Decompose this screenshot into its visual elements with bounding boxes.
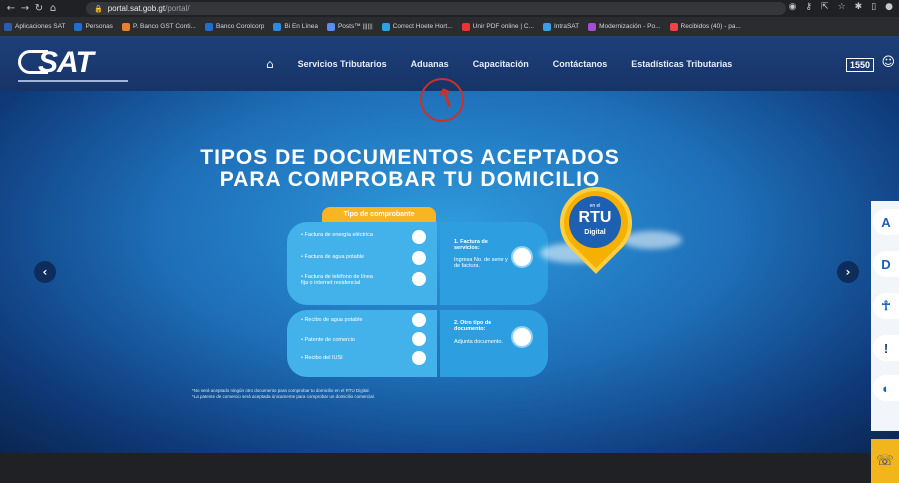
bookmark-icon	[74, 22, 83, 31]
other-documents-title: 2. Otro tipo de documento:	[454, 320, 492, 332]
bookmark-icon	[542, 22, 551, 31]
alert-icon[interactable]: !	[873, 335, 899, 361]
nav-servicios-tributarios[interactable]: Servicios Tributarios	[286, 59, 399, 69]
bookmark-item[interactable]: Posts™ ||||||	[326, 22, 373, 31]
bookmark-label: P. Banco GST Conti...	[132, 23, 196, 30]
nav-capacitacion[interactable]: Capacitación	[461, 59, 541, 69]
bookmark-label: Correct Hoete Hort...	[392, 23, 453, 30]
document-type-tab: Tipo de comprobante	[322, 207, 436, 223]
receipt-icon	[511, 246, 533, 268]
bookmark-item[interactable]: Unir PDF online | C...	[461, 22, 534, 31]
bookmark-icon	[326, 22, 335, 31]
home-browser-icon[interactable]: ⌂	[46, 3, 60, 14]
bookmark-label: Bi En Línea	[284, 23, 318, 30]
person-icon[interactable]: ☥	[873, 293, 899, 319]
bookmark-icon	[273, 22, 282, 31]
extension-icon[interactable]: ◉	[789, 2, 797, 12]
rtu-subtitle: Digital	[584, 229, 606, 236]
lock-icon: 🔒	[94, 4, 103, 13]
bookmark-icon	[461, 22, 470, 31]
bookmark-item[interactable]: Modernización - Po...	[588, 22, 661, 31]
bookmark-item[interactable]: Correct Hoete Hort...	[381, 22, 453, 31]
phone-number[interactable]: 1550	[845, 58, 874, 72]
cloud-decoration	[622, 231, 682, 249]
bookmark-item[interactable]: Banco Corolcorp	[204, 22, 265, 31]
bookmark-label: Posts™ ||||||	[337, 23, 373, 30]
home-icon[interactable]: ⌂	[254, 57, 286, 71]
key-icon[interactable]: ⚷	[805, 2, 812, 12]
share-icon[interactable]: ⇱	[821, 2, 829, 12]
bookmark-icon	[204, 22, 213, 31]
phone-icon	[412, 272, 426, 286]
chat-icon[interactable]: ☏	[871, 439, 899, 483]
bookmark-item[interactable]: P. Banco GST Conti...	[121, 22, 196, 31]
bookmark-label: IntraSAT	[553, 23, 580, 30]
main-nav: ⌂ Servicios Tributarios Aduanas Capacita…	[254, 57, 744, 71]
bookmark-label: Personas	[85, 23, 113, 30]
reload-icon[interactable]: ↻	[32, 3, 46, 14]
bookmark-item[interactable]: IntraSAT	[542, 22, 580, 31]
carousel-prev-button[interactable]: ‹	[34, 261, 56, 283]
accessibility-icon[interactable]: A	[873, 209, 899, 235]
bulb-icon	[412, 230, 426, 244]
bullet-item: • Recibo de agua potable	[301, 317, 363, 323]
bookmark-icon	[588, 22, 597, 31]
nav-contactanos[interactable]: Contáctanos	[541, 59, 620, 69]
footnote-line-2: *La patente de comercio será aceptada ún…	[192, 394, 375, 399]
star-icon[interactable]: ☆	[838, 2, 846, 12]
water-drop-icon	[412, 313, 426, 327]
water-drop-icon	[412, 251, 426, 265]
bullet-item: • Factura de energía eléctrica	[301, 232, 373, 238]
bullet-item: • Factura de agua potable	[301, 254, 365, 260]
url-path: /portal/	[165, 4, 190, 13]
upload-document-icon	[511, 326, 533, 348]
bookmark-label: Modernización - Po...	[599, 23, 661, 30]
nav-estadisticas-tributarias[interactable]: Estadísticas Tributarias	[619, 59, 744, 69]
bookmark-icon	[669, 22, 678, 31]
bookmark-item[interactable]: Aplicaciones SAT	[4, 22, 66, 31]
address-bar[interactable]: 🔒 portal.sat.gob.gt /portal/	[86, 2, 786, 15]
bookmark-label: Unir PDF online | C...	[472, 23, 534, 30]
browser-actions: ◉ ⚷ ⇱ ☆ ✱ ▯ ●	[789, 2, 893, 12]
bookmark-icon	[381, 22, 390, 31]
bullet-item: • Patente de comercio	[301, 337, 355, 343]
bookmark-label: Aplicaciones SAT	[15, 23, 66, 30]
other-documents-text: Adjunta documento.	[454, 339, 503, 345]
banner-footnote: *No será aceptado ningún otro documento …	[192, 388, 492, 400]
url-host: portal.sat.gob.gt	[107, 4, 166, 13]
bookmark-item[interactable]: Bi En Línea	[273, 22, 318, 31]
back-icon[interactable]: ←	[4, 3, 18, 14]
user-icon[interactable]: ☺	[881, 55, 895, 70]
nav-aduanas[interactable]: Aduanas	[399, 59, 461, 69]
profile-icon[interactable]: ●	[885, 2, 893, 12]
sign-language-icon[interactable]: D	[873, 251, 899, 277]
bullet-item: • Factura de teléfono de línea fija o in…	[301, 274, 373, 286]
logo-text: SAT	[38, 46, 94, 79]
bullet-item: • Recibo del IUSI	[301, 355, 343, 361]
bookmark-icon	[4, 22, 12, 31]
banner-headline: TIPOS DE DOCUMENTOS ACEPTADOS PARA COMPR…	[150, 147, 670, 191]
carousel-next-button[interactable]: ›	[837, 261, 859, 283]
sat-logo[interactable]: SAT	[18, 44, 138, 84]
puzzle-icon[interactable]: ✱	[855, 2, 863, 12]
hero-banner: TIPOS DE DOCUMENTOS ACEPTADOS PARA COMPR…	[0, 91, 899, 483]
house-icon	[412, 351, 426, 365]
bookmarks-bar: Aplicaciones SAT Personas P. Banco GST C…	[0, 17, 899, 36]
contrast-icon[interactable]: ◐	[873, 375, 899, 401]
document-icon	[412, 332, 426, 346]
bookmark-label: Banco Corolcorp	[215, 23, 265, 30]
bookmark-label: Recibidos (40) - pa...	[680, 23, 741, 30]
sidepanel-icon[interactable]: ▯	[871, 2, 876, 12]
headline-line-1: TIPOS DE DOCUMENTOS ACEPTADOS	[200, 146, 620, 169]
services-bills-text: Ingresa No. de serie y de factura.	[454, 257, 508, 269]
browser-toolbar: ← → ↻ ⌂ 🔒 portal.sat.gob.gt /portal/ ◉ ⚷…	[0, 0, 899, 17]
bookmark-item[interactable]: Personas	[74, 22, 113, 31]
services-bills-title: 1. Factura de servicios:	[454, 239, 488, 251]
bookmark-icon	[121, 22, 130, 31]
bookmark-item[interactable]: Recibidos (40) - pa...	[669, 22, 741, 31]
rtu-title: RTU	[578, 209, 612, 226]
logo-underline	[18, 80, 128, 82]
forward-icon[interactable]: →	[18, 3, 32, 14]
